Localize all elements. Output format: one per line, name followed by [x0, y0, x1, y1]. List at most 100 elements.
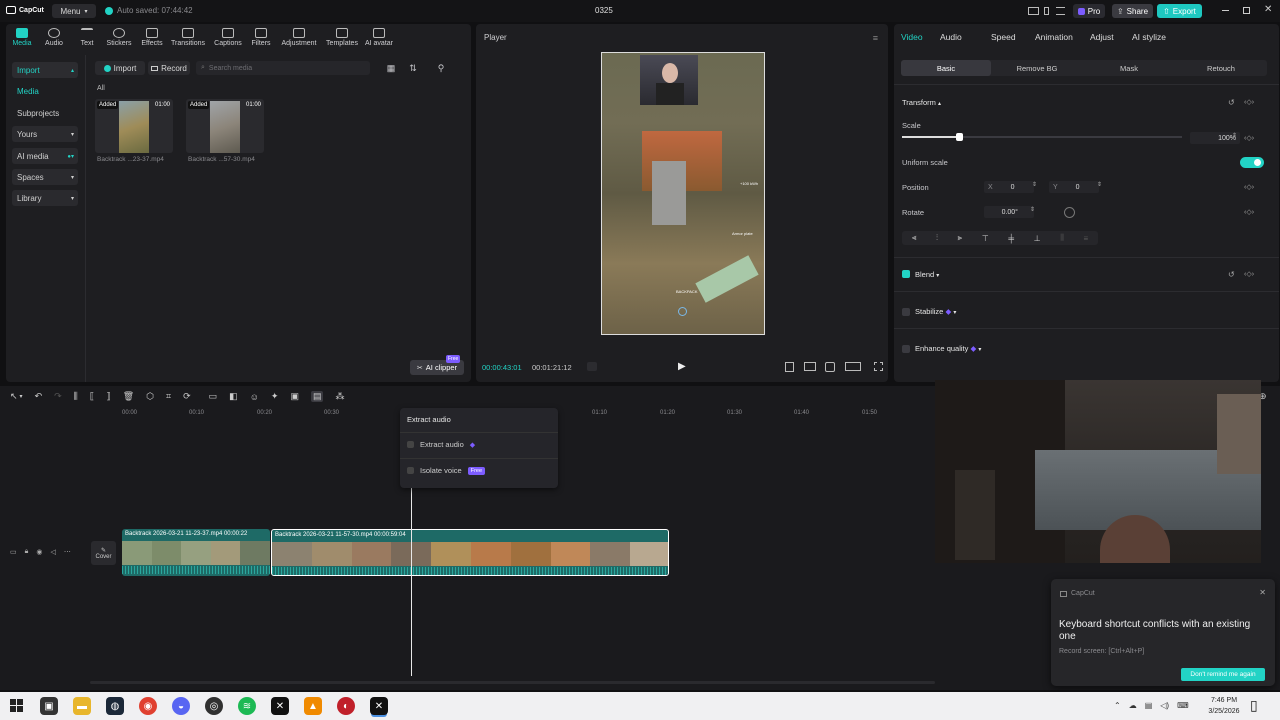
- tab-stickers[interactable]: Stickers: [100, 28, 138, 47]
- crop-icon[interactable]: ⌗: [166, 391, 171, 402]
- cover-button[interactable]: ✎ Cover: [91, 541, 116, 565]
- subtab-mask[interactable]: Mask: [1083, 60, 1175, 76]
- mute-icon[interactable]: ◁: [50, 548, 55, 556]
- stepper-icon[interactable]: ⇕: [1030, 206, 1035, 213]
- file-explorer-icon[interactable]: ▬: [73, 697, 91, 715]
- steam-icon[interactable]: ◍: [106, 697, 124, 715]
- sidebar-item-media[interactable]: Media: [12, 83, 78, 99]
- tab-ai-stylize[interactable]: AI stylize: [1132, 32, 1182, 42]
- blend-checkbox[interactable]: [902, 270, 910, 278]
- timeline-clip-selected[interactable]: Backtrack 2026-03-21 11-57-30.mp4 00:00:…: [271, 529, 669, 576]
- ai-tools-icon[interactable]: ⁂: [335, 391, 344, 402]
- windows-start-icon[interactable]: [10, 699, 23, 712]
- pro-button[interactable]: Pro: [1073, 4, 1105, 18]
- keyframe-icon[interactable]: ‹◇›: [1244, 270, 1254, 278]
- split-icon[interactable]: ⫼: [74, 391, 78, 402]
- align-top-icon[interactable]: ⊤: [982, 234, 989, 243]
- media-card[interactable]: Added 01:00: [95, 99, 173, 153]
- ratio-icon[interactable]: [845, 362, 861, 371]
- rotate-input[interactable]: 0.00°: [984, 206, 1034, 218]
- mirror-icon[interactable]: ◧: [229, 391, 238, 402]
- tab-audio[interactable]: Audio: [940, 32, 991, 42]
- network-icon[interactable]: ▤: [1145, 701, 1153, 710]
- magic-icon[interactable]: ✦: [271, 391, 279, 402]
- sidebar-item-library[interactable]: Library ▾: [12, 190, 78, 206]
- redo-icon[interactable]: ↷: [54, 391, 62, 402]
- layout-icon[interactable]: [1028, 7, 1039, 15]
- position-y-input[interactable]: Y0: [1049, 181, 1099, 193]
- discord-icon[interactable]: ◒: [172, 697, 190, 715]
- tab-transitions[interactable]: Transitions: [166, 28, 210, 47]
- stabilize-checkbox[interactable]: [902, 308, 910, 316]
- rotate-dial-icon[interactable]: [1064, 207, 1075, 218]
- sort-icon[interactable]: ⇅: [408, 63, 418, 73]
- menu-item-isolate-voice[interactable]: Isolate voice Free: [407, 466, 486, 475]
- menu-icon[interactable]: ≡: [873, 33, 878, 43]
- stepper-icon[interactable]: ⇕: [1032, 181, 1037, 188]
- delete-icon[interactable]: 🗑: [123, 391, 134, 402]
- subtab-basic[interactable]: Basic: [901, 60, 991, 76]
- menu-button[interactable]: Menu ▾: [52, 4, 96, 18]
- reset-icon[interactable]: ↺: [1228, 270, 1235, 279]
- scale-slider-handle[interactable]: [956, 133, 963, 141]
- tab-media[interactable]: Media: [10, 28, 34, 47]
- onedrive-icon[interactable]: ☁: [1129, 701, 1137, 710]
- video-preview[interactable]: +100 kWh Armor plate BACKPACK: [601, 52, 765, 335]
- track-fold-icon[interactable]: ▭: [10, 548, 17, 556]
- spotify-icon[interactable]: ≋: [238, 697, 256, 715]
- maximize-icon[interactable]: [1243, 7, 1250, 14]
- person-icon[interactable]: ☺: [250, 392, 259, 402]
- distribute-v-icon[interactable]: ≡: [1084, 234, 1089, 243]
- distribute-h-icon[interactable]: ⫼: [1060, 233, 1064, 243]
- volume-icon[interactable]: ◁): [1160, 701, 1169, 710]
- timecode-toggle[interactable]: [587, 362, 597, 371]
- keyboard-icon[interactable]: ⌨: [1177, 701, 1189, 710]
- tab-adjustment[interactable]: Adjustment: [276, 28, 322, 47]
- task-view-icon[interactable]: ▣: [40, 697, 58, 715]
- split-right-icon[interactable]: ⟧: [106, 391, 110, 402]
- zoom-icon[interactable]: [825, 362, 835, 372]
- minimize-icon[interactable]: [1222, 10, 1229, 11]
- keyframe-icon[interactable]: ‹◇›: [1244, 183, 1254, 191]
- marker-icon[interactable]: ⬡: [146, 391, 154, 402]
- subtab-remove-bg[interactable]: Remove BG: [991, 60, 1083, 76]
- sidebar-item-subprojects[interactable]: Subprojects: [12, 105, 78, 121]
- export-button[interactable]: ⇧ Export: [1157, 4, 1202, 18]
- sidebar-item-import[interactable]: Import ▴: [12, 62, 78, 78]
- enhance-checkbox[interactable]: [902, 345, 910, 353]
- tab-audio[interactable]: Audio: [34, 28, 74, 47]
- timeline-scrollbar[interactable]: [90, 681, 935, 684]
- tab-captions[interactable]: Captions: [210, 28, 246, 47]
- align-center-icon[interactable]: ⫶: [936, 233, 938, 243]
- align-right-icon[interactable]: ⫸: [958, 233, 963, 243]
- scale-slider[interactable]: [902, 133, 1182, 141]
- extract-audio-icon[interactable]: ▤: [310, 391, 324, 402]
- stabilize-header[interactable]: Stabilize ◆ ▾: [915, 307, 956, 316]
- tab-video[interactable]: Video: [901, 32, 940, 42]
- dont-remind-button[interactable]: Don't remind me again: [1181, 668, 1265, 681]
- chevron-down-icon[interactable]: ▾: [20, 393, 23, 400]
- import-button[interactable]: Import: [95, 61, 145, 75]
- record-button[interactable]: Record: [148, 61, 190, 75]
- transform-header[interactable]: Transform ▴: [902, 98, 941, 107]
- select-cursor-icon[interactable]: ↖: [10, 391, 18, 402]
- keyframe-icon[interactable]: ‹◇›: [1244, 98, 1254, 106]
- app-icon[interactable]: ◐: [337, 697, 355, 715]
- sidebar-item-ai-media[interactable]: AI media ●▾: [12, 148, 78, 164]
- captions-view-icon[interactable]: [804, 362, 816, 371]
- uniform-scale-toggle[interactable]: [1240, 157, 1264, 168]
- close-icon[interactable]: ✕: [1264, 4, 1272, 15]
- menu-item-extract-audio[interactable]: Extract audio ◆: [407, 440, 475, 449]
- close-icon[interactable]: ✕: [1259, 588, 1266, 597]
- tab-animation[interactable]: Animation: [1035, 32, 1090, 42]
- chevron-up-icon[interactable]: ⌃: [1114, 701, 1121, 710]
- clock[interactable]: 7:46 PM 3/25/2026: [1205, 695, 1243, 717]
- notification-center-icon[interactable]: ▯: [1250, 697, 1258, 714]
- chrome-icon[interactable]: ◉: [139, 697, 157, 715]
- eye-icon[interactable]: ◉: [36, 548, 42, 556]
- tab-ai-avatar[interactable]: AI avatar: [362, 28, 396, 47]
- split-left-icon[interactable]: ⟦: [90, 391, 94, 402]
- share-button[interactable]: ⇪ Share: [1112, 4, 1153, 18]
- keyframe-icon[interactable]: ‹◇›: [1244, 208, 1254, 216]
- more-icon[interactable]: ⋯: [64, 548, 71, 556]
